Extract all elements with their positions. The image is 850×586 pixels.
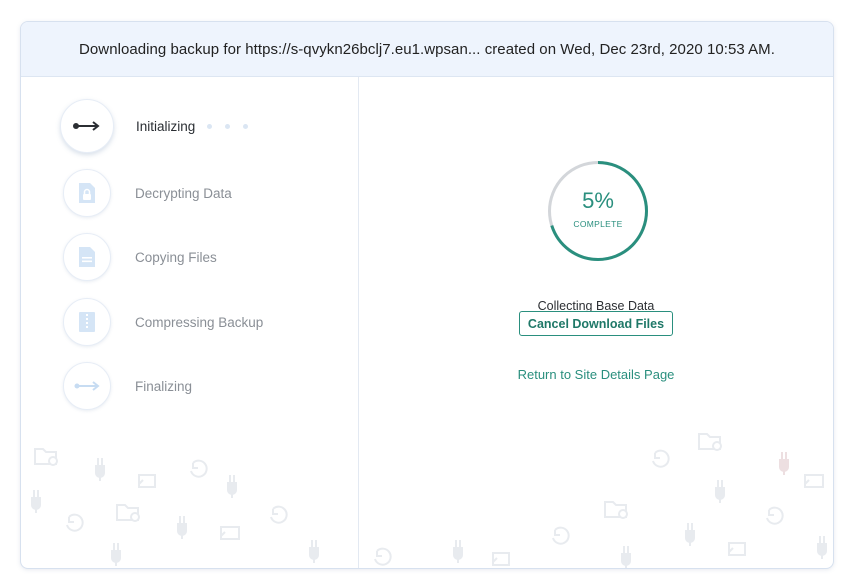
header-title: Downloading backup for https://s-qvykn26… — [79, 40, 775, 58]
step-icon-circle — [60, 99, 114, 153]
step-label: Compressing Backup — [135, 314, 264, 330]
zip-file-icon — [79, 312, 95, 332]
double-arrow-icon — [74, 381, 100, 391]
download-header: Downloading backup for https://s-qvykn26… — [21, 22, 833, 77]
progress-ring: 5% COMPLETE — [546, 159, 650, 263]
step-icon-circle — [63, 233, 111, 281]
step-compressing: Compressing Backup — [63, 298, 263, 346]
return-to-site-details-link[interactable]: Return to Site Details Page — [359, 367, 833, 382]
arrow-right-icon — [73, 121, 100, 131]
step-label: Initializing — [136, 118, 196, 134]
step-finalizing: Finalizing — [63, 362, 192, 410]
backup-download-card: Downloading backup for https://s-qvykn26… — [20, 21, 834, 569]
steps-panel: Initializing Decrypting Data Copying Fil… — [21, 77, 359, 568]
progress-complete-label: COMPLETE — [573, 219, 623, 229]
progress-percent: 5% — [582, 188, 614, 213]
step-decrypting: Decrypting Data — [63, 169, 232, 217]
step-label: Copying Files — [135, 249, 217, 265]
step-label: Decrypting Data — [135, 185, 232, 201]
progress-panel: 5% COMPLETE Collecting Base Data Cancel … — [359, 77, 833, 568]
step-copying: Copying Files — [63, 233, 217, 281]
step-icon-circle — [63, 169, 111, 217]
lock-file-icon — [79, 183, 95, 203]
progress-text: 5% COMPLETE — [546, 159, 650, 263]
loading-dots — [207, 123, 249, 129]
step-icon-circle — [63, 362, 111, 410]
step-label: Finalizing — [135, 378, 193, 394]
document-icon — [79, 247, 95, 267]
cancel-download-button[interactable]: Cancel Download Files — [519, 311, 673, 336]
step-icon-circle — [63, 298, 111, 346]
step-initializing: Initializing — [60, 99, 249, 153]
